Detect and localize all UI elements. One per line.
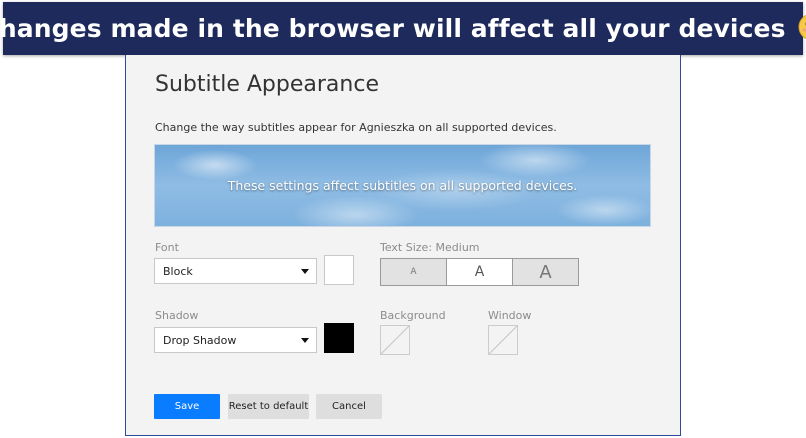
shadow-color-swatch[interactable] (324, 323, 354, 353)
font-select[interactable]: Block (154, 258, 317, 284)
smiling-face-emoji-icon (798, 13, 806, 41)
text-size-small-button[interactable]: A (381, 259, 447, 285)
text-size-medium-button[interactable]: A (447, 259, 512, 285)
window-color-swatch[interactable] (488, 325, 518, 355)
background-color-swatch[interactable] (380, 325, 410, 355)
no-color-icon (380, 325, 410, 355)
font-select-value: Block (163, 264, 193, 278)
page-title: Subtitle Appearance (155, 72, 379, 97)
reset-to-default-button[interactable]: Reset to default (228, 394, 309, 419)
subtitle-preview: These settings affect subtitles on all s… (154, 144, 651, 227)
shadow-label: Shadow (155, 309, 199, 322)
text-size-label: Text Size: Medium (380, 241, 480, 254)
font-label: Font (155, 241, 179, 254)
chevron-down-icon (301, 338, 309, 343)
font-color-swatch[interactable] (324, 255, 354, 285)
banner-text: Changes made in the browser will affect … (0, 14, 786, 43)
shadow-select-value: Drop Shadow (163, 333, 237, 347)
preview-text: These settings affect subtitles on all s… (227, 178, 578, 193)
cancel-button[interactable]: Cancel (316, 394, 382, 419)
page-description: Change the way subtitles appear for Agni… (155, 121, 557, 134)
banner: Changes made in the browser will affect … (0, 2, 806, 55)
window-label: Window (488, 309, 532, 322)
save-button[interactable]: Save (154, 394, 220, 419)
text-size-large-button[interactable]: A (512, 259, 578, 285)
chevron-down-icon (301, 269, 309, 274)
background-label: Background (380, 309, 446, 322)
text-size-selector: A A A (380, 258, 579, 286)
subtitle-settings-panel: Subtitle Appearance Change the way subti… (125, 55, 681, 436)
shadow-select[interactable]: Drop Shadow (154, 327, 317, 353)
no-color-icon (488, 325, 518, 355)
